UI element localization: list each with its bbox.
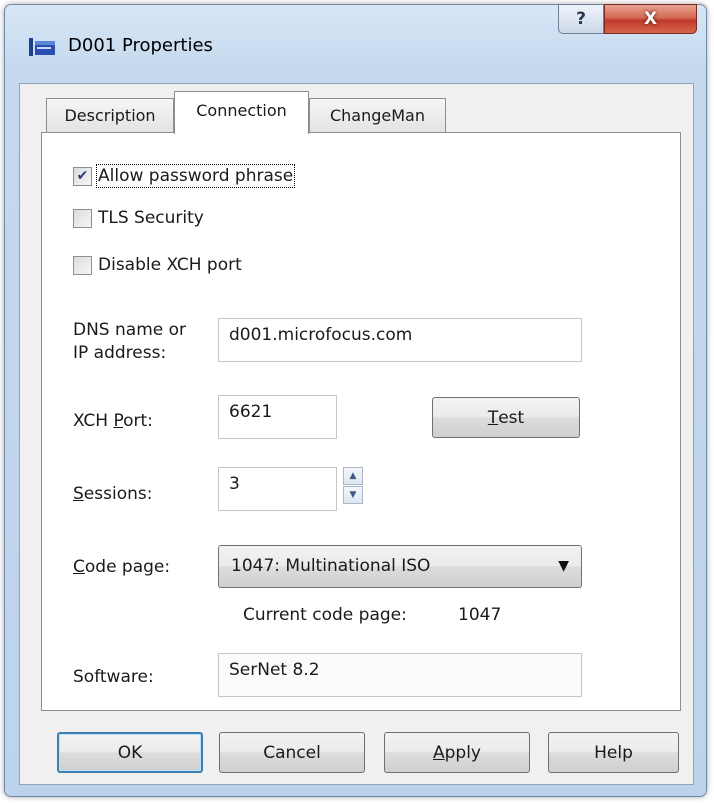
code-page-label: Code page: [73, 556, 170, 579]
help-caption-button[interactable]: ? [558, 4, 604, 34]
tab-changeman-label: ChangeMan [329, 106, 425, 125]
close-x-icon: X [643, 9, 658, 29]
xch-port-input[interactable]: 6621 [218, 395, 337, 439]
dataset-icon [29, 38, 55, 56]
software-field: SerNet 8.2 [218, 653, 582, 697]
test-label-rest: est [498, 407, 525, 428]
current-code-page-value: 1047 [458, 605, 502, 625]
sessions-input[interactable]: 3 [218, 467, 337, 511]
code-page-access-key: C [73, 557, 85, 577]
dropdown-arrow-icon: ▼ [558, 558, 569, 574]
spin-down-icon[interactable]: ▼ [343, 486, 363, 504]
question-icon: ? [576, 9, 586, 29]
properties-dialog: D001 Properties ? X Description Connecti… [4, 4, 707, 797]
tab-description-label: Description [64, 106, 156, 125]
tab-connection-label: Connection [196, 100, 287, 120]
tls-security-label: TLS Security [98, 208, 204, 228]
checkbox-box [73, 208, 92, 228]
test-access-key: T [487, 407, 499, 428]
allow-password-phrase-checkbox[interactable]: ✔ Allow password phrase [73, 164, 296, 188]
cancel-button[interactable]: Cancel [219, 732, 365, 773]
ok-button[interactable]: OK [57, 732, 203, 773]
tab-connection[interactable]: Connection [174, 91, 309, 134]
xch-port-label-part: ort: [123, 411, 153, 431]
window-title: D001 Properties [68, 35, 213, 56]
code-page-label-rest: ode page: [84, 557, 171, 577]
sessions-label-rest: essions: [83, 484, 153, 504]
test-button[interactable]: Test [432, 397, 580, 438]
allow-password-phrase-label: Allow password phrase [95, 164, 296, 188]
apply-access-key: A [432, 742, 445, 763]
apply-button[interactable]: Apply [384, 732, 530, 773]
xch-port-label-access-key: P [113, 411, 124, 431]
xch-port-label-part: XCH [73, 411, 114, 431]
help-button[interactable]: Help [548, 732, 679, 773]
dns-label-line-1: DNS name or [73, 320, 187, 340]
sessions-label: Sessions: [73, 483, 152, 506]
dns-name-label: DNS name or IP address: [73, 319, 186, 365]
software-label: Software: [73, 667, 154, 687]
connection-panel: ✔ Allow password phrase TLS Security Dis… [41, 132, 681, 711]
dns-label-line-2: IP address: [73, 343, 167, 363]
disable-xch-port-checkbox[interactable]: Disable XCH port [73, 255, 242, 275]
dns-name-input[interactable]: d001.microfocus.com [218, 318, 582, 362]
dialog-client-area: Description Connection ChangeMan ✔ Allow… [19, 83, 694, 785]
close-caption-button[interactable]: X [604, 4, 697, 34]
xch-port-label: XCH Port: [73, 410, 153, 433]
title-bar[interactable]: D001 Properties ? X [5, 4, 706, 83]
tab-changeman[interactable]: ChangeMan [309, 98, 446, 132]
spin-up-icon[interactable]: ▲ [343, 467, 363, 485]
code-page-dropdown[interactable]: 1047: Multinational ISO ▼ [218, 545, 582, 588]
current-code-page-label: Current code page: [243, 605, 407, 625]
checkmark-icon: ✔ [73, 166, 92, 186]
tab-description[interactable]: Description [46, 98, 174, 132]
apply-label-rest: pply [444, 742, 481, 763]
disable-xch-port-label: Disable XCH port [98, 255, 242, 275]
tls-security-checkbox[interactable]: TLS Security [73, 208, 204, 228]
code-page-selected-value: 1047: Multinational ISO [231, 556, 431, 576]
checkbox-box [73, 255, 92, 275]
sessions-access-key: S [73, 484, 84, 504]
